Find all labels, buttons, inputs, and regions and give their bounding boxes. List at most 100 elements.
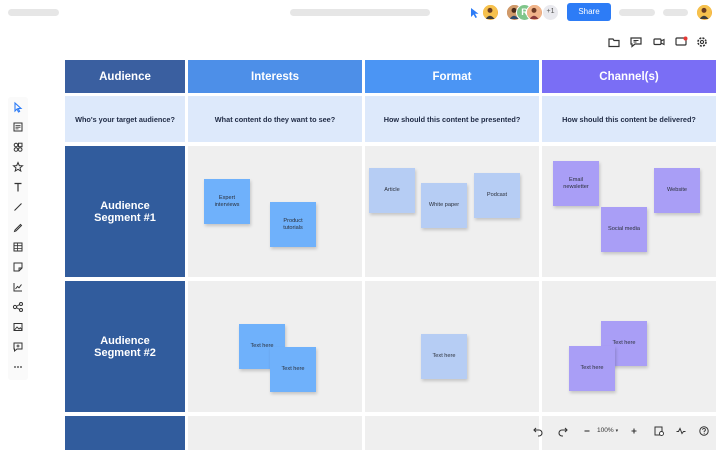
header-audience-label: Audience bbox=[99, 70, 151, 83]
more-collaborators-badge[interactable]: +1 bbox=[542, 4, 559, 21]
chevron-down-icon: ▾ bbox=[615, 428, 619, 434]
sticky-note-text: Website bbox=[666, 187, 688, 193]
undo-icon bbox=[533, 427, 543, 437]
header-channels[interactable]: Channel(s) bbox=[542, 60, 716, 93]
activity-button[interactable] bbox=[674, 424, 688, 438]
sticky-note-text: White paper bbox=[428, 202, 460, 208]
question-channels-text: How should this content be delivered? bbox=[562, 114, 696, 124]
collaborator-avatar-2[interactable] bbox=[526, 4, 543, 21]
segment-1-cell[interactable]: Audience Segment #1 bbox=[65, 146, 185, 277]
zoom-level-select[interactable]: 100% ▾ bbox=[597, 427, 618, 434]
settings-button[interactable] bbox=[694, 35, 710, 49]
zoom-out-button[interactable] bbox=[580, 424, 594, 438]
minus-icon bbox=[584, 430, 590, 432]
fit-to-screen-button[interactable] bbox=[652, 424, 666, 438]
star-icon bbox=[12, 161, 24, 173]
sticky-note-text: Text here bbox=[281, 366, 305, 372]
sticky-note[interactable]: Podcast bbox=[474, 173, 520, 218]
templates-tool[interactable] bbox=[11, 120, 25, 134]
line-tool[interactable] bbox=[11, 200, 25, 214]
sticky-note-text: Text here bbox=[612, 340, 636, 346]
help-button[interactable] bbox=[697, 424, 711, 438]
mind-map-tool[interactable] bbox=[11, 300, 25, 314]
segment-2-cell[interactable]: Audience Segment #2 bbox=[65, 281, 185, 412]
image-icon bbox=[13, 323, 23, 331]
question-interests[interactable]: What content do they want to see? bbox=[188, 96, 362, 142]
sticky-note[interactable]: Text here bbox=[270, 347, 316, 392]
more-tools[interactable] bbox=[11, 360, 25, 374]
sticky-note[interactable]: Product tutorials bbox=[270, 202, 316, 247]
comment-icon bbox=[630, 37, 642, 48]
current-user-avatar-icon bbox=[697, 5, 711, 19]
sticky-note[interactable]: Expert interviews bbox=[204, 179, 250, 224]
header-interests[interactable]: Interests bbox=[188, 60, 362, 93]
question-interests-text: What content do they want to see? bbox=[214, 114, 336, 124]
sticky-note-tool[interactable] bbox=[11, 260, 25, 274]
sticky-note[interactable]: Text here bbox=[421, 334, 467, 379]
user-avatar[interactable] bbox=[482, 4, 499, 21]
header-interests-label: Interests bbox=[251, 70, 299, 83]
redo-icon bbox=[558, 427, 568, 437]
sticky-note-icon bbox=[13, 262, 23, 272]
segment-1-label: Audience Segment #1 bbox=[94, 199, 156, 224]
frames-button[interactable] bbox=[606, 35, 622, 49]
select-tool[interactable] bbox=[11, 100, 25, 114]
sticky-note[interactable]: Social media bbox=[601, 207, 647, 252]
sticky-note[interactable]: Article bbox=[369, 168, 415, 213]
sticky-note-text: Podcast bbox=[486, 192, 508, 198]
header-format[interactable]: Format bbox=[365, 60, 539, 93]
undo-button[interactable] bbox=[531, 424, 545, 438]
question-audience-text: Who's your target audience? bbox=[75, 114, 175, 124]
more-collaborators-count: +1 bbox=[546, 8, 555, 15]
text-tool[interactable] bbox=[11, 180, 25, 194]
chart-line-icon bbox=[13, 283, 22, 292]
shapes-tool[interactable] bbox=[11, 140, 25, 154]
sticky-note-text: Expert interviews bbox=[214, 194, 240, 208]
question-format[interactable]: How should this content be presented? bbox=[365, 96, 539, 142]
screen-share-button[interactable] bbox=[673, 35, 689, 49]
template-icon bbox=[13, 122, 23, 132]
sticky-note-text: Social media bbox=[607, 226, 641, 232]
image-upload-tool[interactable] bbox=[11, 320, 25, 334]
comments-button[interactable] bbox=[628, 35, 644, 49]
left-toolbar bbox=[8, 97, 28, 380]
chart-tool[interactable] bbox=[11, 280, 25, 294]
header-channels-label: Channel(s) bbox=[599, 70, 659, 83]
question-format-text: How should this content be presented? bbox=[383, 114, 521, 124]
zoom-in-button[interactable] bbox=[627, 424, 641, 438]
pen-icon bbox=[13, 223, 23, 233]
segment-3-cell[interactable] bbox=[65, 416, 185, 450]
segment-2-label: Audience Segment #2 bbox=[94, 334, 156, 359]
pen-tool[interactable] bbox=[11, 220, 25, 234]
video-call-button[interactable] bbox=[651, 35, 667, 49]
app-menu-placeholder[interactable] bbox=[8, 9, 59, 16]
table-icon bbox=[13, 242, 23, 252]
board-title-placeholder[interactable] bbox=[290, 9, 430, 16]
share-button[interactable]: Share bbox=[567, 3, 611, 21]
collaborator-avatar-2-icon bbox=[527, 5, 541, 19]
cursor-pointer-icon bbox=[471, 8, 479, 18]
sticky-note[interactable]: Text here bbox=[569, 346, 615, 391]
screen-share-icon bbox=[675, 36, 688, 46]
menu-placeholder-1[interactable] bbox=[619, 9, 655, 16]
table-tool[interactable] bbox=[11, 240, 25, 254]
redo-button[interactable] bbox=[556, 424, 570, 438]
segment-3-format-area[interactable] bbox=[365, 416, 539, 450]
current-user-avatar[interactable] bbox=[696, 4, 713, 21]
header-audience[interactable]: Audience bbox=[65, 60, 185, 93]
sticky-note[interactable]: Email newsletter bbox=[553, 161, 599, 206]
comment-tool[interactable] bbox=[11, 340, 25, 354]
help-icon bbox=[699, 426, 709, 436]
header-format-label: Format bbox=[432, 70, 472, 83]
gear-icon bbox=[697, 37, 707, 47]
question-audience[interactable]: Who's your target audience? bbox=[65, 96, 185, 142]
favorites-tool[interactable] bbox=[11, 160, 25, 174]
zoom-level-value: 100% bbox=[597, 427, 614, 434]
question-channels[interactable]: How should this content be delivered? bbox=[542, 96, 716, 142]
text-icon bbox=[14, 182, 22, 192]
line-icon bbox=[14, 203, 22, 211]
sticky-note[interactable]: Website bbox=[654, 168, 700, 213]
segment-3-interests-area[interactable] bbox=[188, 416, 362, 450]
menu-placeholder-2[interactable] bbox=[663, 9, 688, 16]
sticky-note[interactable]: White paper bbox=[421, 183, 467, 228]
